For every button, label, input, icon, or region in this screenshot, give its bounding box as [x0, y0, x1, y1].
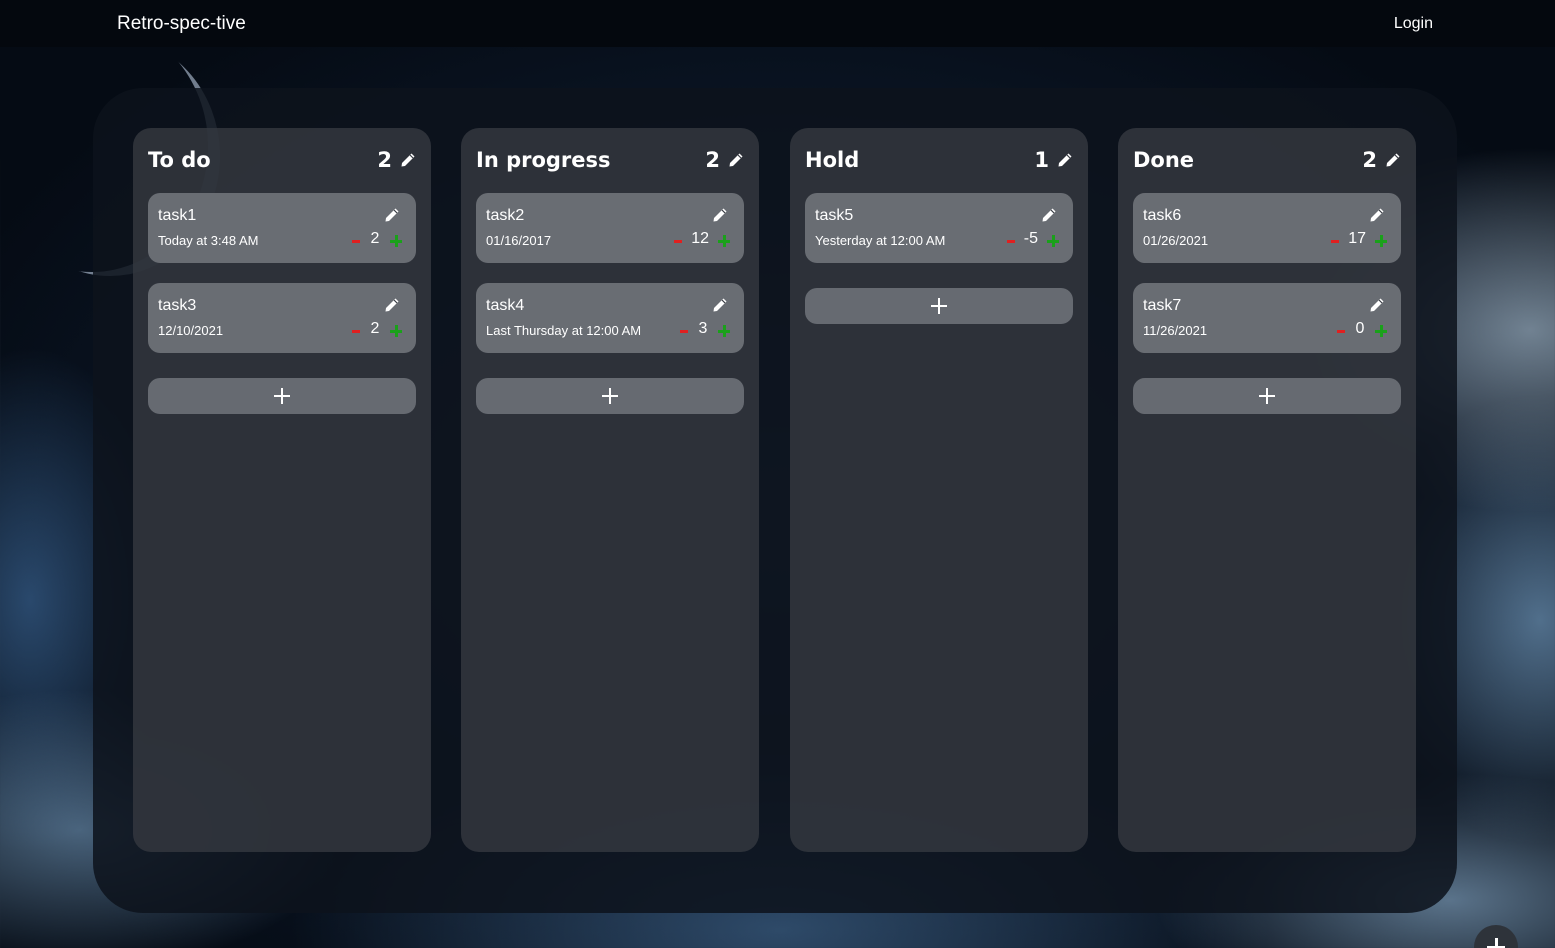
task-card[interactable]: task4 Last Thursday at 12:00 AM 3 — [476, 283, 744, 353]
pencil-icon[interactable] — [712, 297, 728, 313]
vote-control: 0 — [1337, 320, 1387, 338]
task-date: 01/16/2017 — [486, 233, 552, 248]
board-panel: To do 2 task1 Today at 3:48 AM 2 task3 12/10/2… — [93, 88, 1518, 948]
plus-icon[interactable] — [390, 234, 402, 247]
task-card[interactable]: task6 01/26/2021 17 — [1133, 193, 1401, 263]
column-card-count: 2 — [1362, 148, 1377, 172]
column-title: To do — [148, 148, 211, 172]
vote-control: -5 — [1006, 230, 1059, 248]
plus-icon — [1487, 938, 1505, 948]
pencil-icon[interactable] — [728, 152, 744, 168]
pencil-icon[interactable] — [1385, 152, 1401, 168]
minus-icon[interactable] — [674, 239, 683, 243]
column: In progress 2 task2 01/16/2017 12 task4 Last T… — [461, 128, 759, 852]
pencil-icon[interactable] — [400, 152, 416, 168]
task-date: 11/26/2021 — [1143, 323, 1208, 338]
pencil-icon[interactable] — [384, 207, 400, 223]
task-date: 12/10/2021 — [158, 323, 224, 338]
column-meta: 2 — [1362, 148, 1401, 172]
column: Hold 1 task5 Yesterday at 12:00 AM -5 — [790, 128, 1088, 852]
pencil-icon[interactable] — [384, 297, 400, 313]
task-date: Today at 3:48 AM — [158, 233, 259, 248]
vote-count: 0 — [1355, 320, 1365, 337]
login-link[interactable]: Login — [1394, 15, 1433, 33]
plus-icon — [931, 298, 947, 314]
plus-icon[interactable] — [1047, 234, 1059, 247]
task-date: 01/26/2021 — [1143, 233, 1209, 248]
add-column-button[interactable] — [1474, 925, 1518, 948]
task-card[interactable]: task7 11/26/2021 0 — [1133, 283, 1401, 353]
pencil-icon[interactable] — [1057, 152, 1073, 168]
plus-icon — [274, 388, 290, 404]
vote-count: 3 — [698, 320, 708, 337]
minus-icon[interactable] — [1006, 239, 1015, 243]
vote-count: 2 — [370, 320, 380, 337]
pencil-icon[interactable] — [1369, 207, 1385, 223]
column-meta: 1 — [1034, 148, 1073, 172]
task-card[interactable]: task5 Yesterday at 12:00 AM -5 — [805, 193, 1073, 263]
vote-control: 2 — [352, 230, 402, 248]
vote-control: 12 — [674, 230, 730, 248]
plus-icon[interactable] — [1375, 324, 1387, 337]
task-card[interactable]: task1 Today at 3:48 AM 2 — [148, 193, 416, 263]
vote-count: 2 — [370, 230, 380, 247]
vote-control: 17 — [1331, 230, 1387, 248]
add-card-button[interactable] — [805, 288, 1073, 324]
column-title: In progress — [476, 148, 611, 172]
column-header: To do 2 — [148, 146, 416, 174]
column-card-count: 2 — [377, 148, 392, 172]
minus-icon[interactable] — [1337, 329, 1345, 333]
column-title: Hold — [805, 148, 860, 172]
plus-icon[interactable] — [1375, 234, 1387, 247]
app-brand[interactable]: Retro-spec-tive — [117, 13, 246, 35]
pencil-icon[interactable] — [712, 207, 728, 223]
add-card-button[interactable] — [476, 378, 744, 414]
plus-icon — [602, 388, 618, 404]
column-header: Done 2 — [1133, 146, 1401, 174]
vote-count: 12 — [691, 230, 709, 247]
vote-control: 3 — [680, 320, 730, 338]
plus-icon[interactable] — [718, 234, 730, 247]
vote-count: 17 — [1348, 230, 1366, 247]
task-title: task5 — [815, 207, 854, 224]
task-card[interactable]: task2 01/16/2017 12 — [476, 193, 744, 263]
column-header: In progress 2 — [476, 146, 744, 174]
vote-count: -5 — [1023, 230, 1038, 247]
task-title: task6 — [1143, 207, 1182, 224]
task-date: Last Thursday at 12:00 AM — [486, 323, 642, 338]
task-title: task1 — [158, 207, 197, 224]
task-title: task7 — [1143, 297, 1182, 314]
task-title: task2 — [486, 207, 525, 224]
column-card-count: 1 — [1034, 148, 1049, 172]
task-card[interactable]: task3 12/10/2021 2 — [148, 283, 416, 353]
column-meta: 2 — [377, 148, 416, 172]
plus-icon[interactable] — [718, 324, 730, 337]
task-date: Yesterday at 12:00 AM — [815, 233, 946, 248]
plus-icon — [1259, 388, 1275, 404]
column-card-count: 2 — [705, 148, 720, 172]
task-title: task3 — [158, 297, 197, 314]
minus-icon[interactable] — [680, 329, 688, 333]
minus-icon[interactable] — [352, 239, 360, 243]
plus-icon[interactable] — [390, 324, 402, 337]
column-title: Done — [1133, 148, 1195, 172]
column: To do 2 task1 Today at 3:48 AM 2 task3 12/10/2… — [133, 128, 431, 852]
minus-icon[interactable] — [352, 329, 360, 333]
add-card-button[interactable] — [1133, 378, 1401, 414]
column-meta: 2 — [705, 148, 744, 172]
top-navbar: Retro-spec-tive Login — [0, 0, 1555, 47]
minus-icon[interactable] — [1331, 239, 1340, 243]
pencil-icon[interactable] — [1369, 297, 1385, 313]
task-title: task4 — [486, 297, 525, 314]
add-card-button[interactable] — [148, 378, 416, 414]
vote-control: 2 — [352, 320, 402, 338]
column: Done 2 task6 01/26/2021 17 task7 11/26/2021 0 — [1118, 128, 1416, 852]
pencil-icon[interactable] — [1041, 207, 1057, 223]
column-header: Hold 1 — [805, 146, 1073, 174]
